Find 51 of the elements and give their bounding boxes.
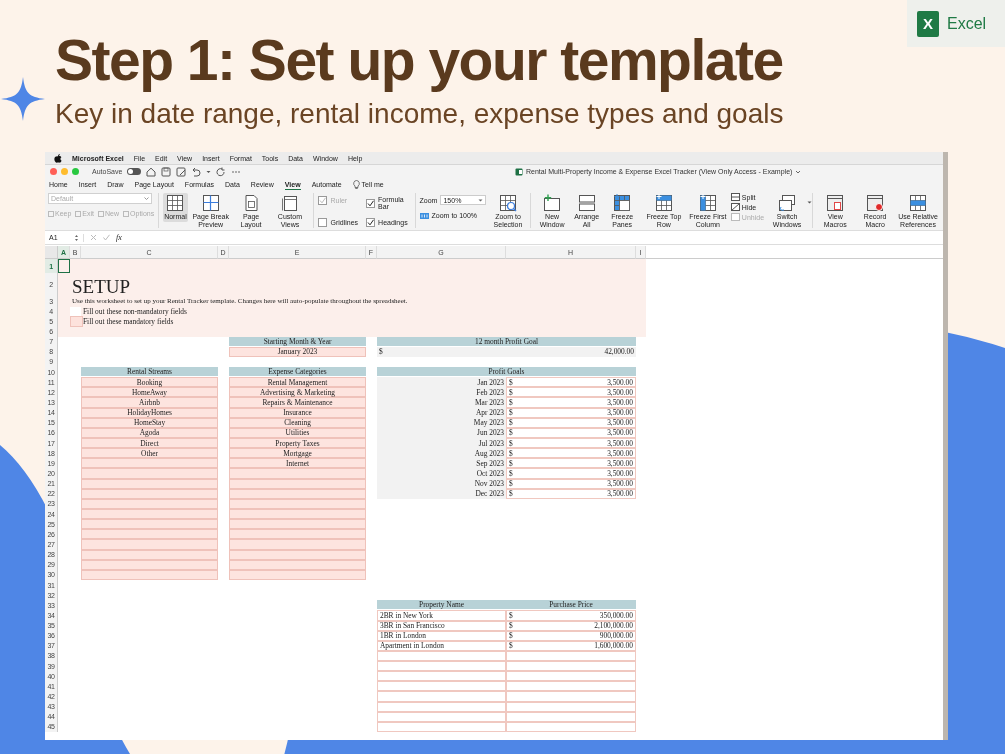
style-icon [75, 210, 82, 217]
grid-icon [613, 194, 632, 212]
grid-icon [166, 194, 185, 212]
zoom-icon [419, 212, 429, 219]
record-icon [866, 194, 885, 212]
hide-icon [730, 203, 740, 211]
magnifier-icon [499, 194, 517, 212]
page-subtitle: Key in date range, rental income, expense types and goals [55, 98, 784, 130]
caret-icon [144, 196, 149, 201]
caret-icon [807, 200, 813, 205]
logo-icon: X [917, 10, 939, 37]
close-button[interactable] [50, 168, 57, 175]
window-icon [577, 194, 596, 212]
grid-icon [654, 194, 673, 212]
selected-cell[interactable] [58, 259, 70, 273]
checkbox[interactable] [318, 218, 328, 227]
page-title: Step 1: Set up your template [55, 30, 783, 90]
caret-icon [478, 197, 484, 203]
app-name: Excel [947, 14, 987, 33]
lightbulb-icon [352, 180, 360, 189]
checkbox[interactable] [366, 218, 376, 227]
style-icon [98, 210, 105, 217]
insert-function-button[interactable]: fx [116, 233, 122, 242]
style-icon [48, 210, 54, 217]
redo-icon[interactable] [216, 166, 227, 177]
checkbox[interactable] [366, 198, 376, 208]
edit-icon[interactable] [176, 166, 187, 177]
page-icon [242, 194, 261, 212]
undo-icon[interactable] [191, 166, 202, 177]
cancel-icon[interactable] [90, 234, 97, 241]
check-icon [367, 219, 375, 226]
grid-icon [909, 194, 927, 212]
window-icon [543, 194, 562, 212]
save-icon[interactable] [161, 166, 172, 177]
stepper-icon [74, 233, 79, 242]
check-icon [367, 199, 375, 207]
home-icon[interactable] [146, 166, 157, 177]
window-icon [778, 194, 797, 212]
chevron-icon[interactable] [795, 168, 802, 175]
grid-icon [201, 194, 220, 212]
window-icon [280, 194, 299, 212]
window-icon [826, 194, 845, 212]
sheet-title: SETUP [72, 275, 131, 298]
apple-icon [54, 153, 62, 163]
check-icon [319, 197, 327, 204]
toggle-switch[interactable] [127, 168, 142, 175]
zoom-button[interactable] [72, 168, 79, 175]
sparkle-icon [1, 77, 45, 121]
unhide-icon [730, 213, 740, 221]
grid-icon [698, 194, 717, 212]
style-icon [123, 210, 130, 217]
